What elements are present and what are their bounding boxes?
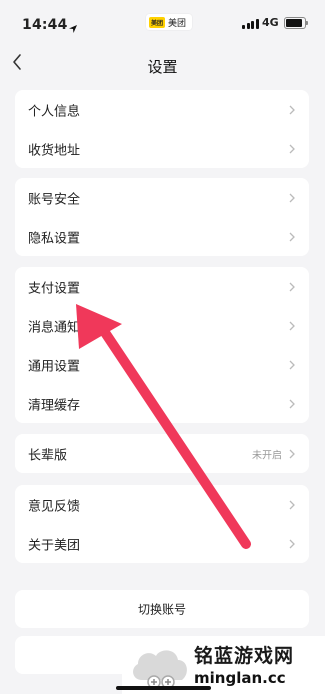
switch-account-label: 切换账号 [137,602,186,617]
chevron-right-icon [286,499,298,511]
switch-account-button[interactable]: 切换账号 [15,590,309,628]
settings-item-label: 收货地址 [28,143,81,158]
settings-group-security: 账号安全 隐私设置 [15,178,309,256]
status-bar: 14:44 美团 美团 4G [0,0,325,44]
settings-item-general[interactable]: 通用设置 [15,345,309,384]
back-to-app-label: 美团 [168,18,187,29]
settings-item-payment[interactable]: 支付设置 [15,267,309,306]
chevron-right-icon [286,231,298,243]
settings-item-clear-cache[interactable]: 清理缓存 [15,384,309,423]
settings-item-notifications[interactable]: 消息通知 [15,306,309,345]
chevron-right-icon [286,359,298,371]
settings-group-about: 意见反馈 关于美团 [15,485,309,563]
watermark-title: 铭蓝游戏网 [194,645,295,667]
settings-item-feedback[interactable]: 意见反馈 [15,485,309,524]
settings-item-label: 意见反馈 [28,499,81,514]
settings-item-label: 隐私设置 [28,231,81,246]
settings-item-about[interactable]: 关于美团 [15,524,309,563]
status-time: 14:44 [22,17,68,33]
settings-item-label: 支付设置 [28,281,81,296]
settings-item-privacy[interactable]: 隐私设置 [15,217,309,256]
back-to-app-pill[interactable]: 美团 美团 [146,14,193,30]
settings-item-label: 长辈版 [28,448,68,463]
chevron-right-icon [286,448,298,460]
settings-item-shipping-address[interactable]: 收货地址 [15,129,309,168]
cellular-signal-icon [242,19,259,29]
settings-item-label: 消息通知 [28,320,81,335]
location-arrow-icon [68,19,78,38]
page-title: 设置 [147,58,178,76]
chevron-right-icon [286,320,298,332]
settings-item-label: 关于美团 [28,538,81,553]
network-type: 4G [262,16,279,29]
settings-item-label: 通用设置 [28,359,81,374]
chevron-right-icon [286,398,298,410]
battery-icon [284,17,308,29]
elder-mode-status: 未开启 [252,450,282,461]
settings-item-elder-mode[interactable]: 长辈版 未开启 [15,434,309,473]
settings-item-label: 个人信息 [28,104,81,119]
chevron-right-icon [286,104,298,116]
settings-item-account-security[interactable]: 账号安全 [15,178,309,217]
settings-group-general: 支付设置 消息通知 通用设置 清理缓存 [15,267,309,423]
settings-item-label: 清理缓存 [28,398,81,413]
meituan-logo-icon: 美团 [149,16,166,28]
chevron-right-icon [286,281,298,293]
settings-group-elder: 长辈版 未开启 [15,434,309,473]
chevron-right-icon [286,538,298,550]
watermark-url: minglan.cc [194,669,286,687]
settings-group-profile: 个人信息 收货地址 [15,90,309,168]
settings-item-label: 账号安全 [28,192,81,207]
chevron-right-icon [286,192,298,204]
settings-item-personal-info[interactable]: 个人信息 [15,90,309,129]
chevron-right-icon [286,143,298,155]
navigation-bar: 设置 [0,48,325,84]
home-indicator [116,686,211,690]
